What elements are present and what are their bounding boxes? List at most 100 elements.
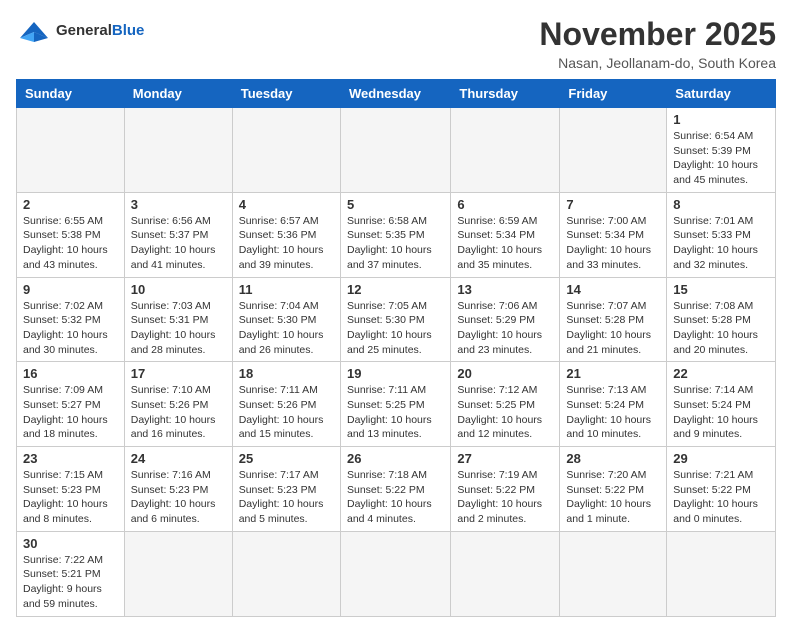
day-info: Sunrise: 7:14 AMSunset: 5:24 PMDaylight:…: [673, 383, 769, 442]
calendar-cell: 14 Sunrise: 7:07 AMSunset: 5:28 PMDayligh…: [560, 277, 667, 362]
calendar-cell: 10 Sunrise: 7:03 AMSunset: 5:31 PMDayligh…: [124, 277, 232, 362]
day-number: 15: [673, 282, 769, 297]
calendar-cell: 17 Sunrise: 7:10 AMSunset: 5:26 PMDayligh…: [124, 362, 232, 447]
day-info: Sunrise: 7:15 AMSunset: 5:23 PMDaylight:…: [23, 468, 118, 527]
week-row-2: 2Sunrise: 6:55 AMSunset: 5:38 PMDaylight…: [17, 192, 776, 277]
day-info: Sunrise: 6:57 AMSunset: 5:36 PMDaylight:…: [239, 214, 334, 273]
day-info: Sunrise: 7:12 AMSunset: 5:25 PMDaylight:…: [457, 383, 553, 442]
calendar-cell: 11Sunrise: 7:04 AMSunset: 5:30 PMDayligh…: [232, 277, 340, 362]
calendar-cell: 4 Sunrise: 6:57 AMSunset: 5:36 PMDaylight…: [232, 192, 340, 277]
day-number: 21: [566, 366, 660, 381]
week-row-3: 9Sunrise: 7:02 AMSunset: 5:32 PMDaylight…: [17, 277, 776, 362]
weekday-header-tuesday: Tuesday: [232, 80, 340, 108]
day-number: 28: [566, 451, 660, 466]
subtitle: Nasan, Jeollanam-do, South Korea: [539, 55, 776, 71]
logo: GeneralBlue: [16, 16, 144, 46]
day-info: Sunrise: 7:11 AMSunset: 5:26 PMDaylight:…: [239, 383, 334, 442]
day-number: 7: [566, 197, 660, 212]
day-number: 10: [131, 282, 226, 297]
day-info: Sunrise: 7:07 AMSunset: 5:28 PMDaylight:…: [566, 299, 660, 358]
page-header: GeneralBlue November 2025 Nasan, Jeollan…: [16, 16, 776, 71]
weekday-header-wednesday: Wednesday: [340, 80, 450, 108]
day-info: Sunrise: 6:58 AMSunset: 5:35 PMDaylight:…: [347, 214, 444, 273]
day-info: Sunrise: 7:20 AMSunset: 5:22 PMDaylight:…: [566, 468, 660, 527]
weekday-header-sunday: Sunday: [17, 80, 125, 108]
day-number: 16: [23, 366, 118, 381]
day-info: Sunrise: 7:19 AMSunset: 5:22 PMDaylight:…: [457, 468, 553, 527]
day-number: 4: [239, 197, 334, 212]
day-number: 5: [347, 197, 444, 212]
day-number: 22: [673, 366, 769, 381]
day-info: Sunrise: 7:18 AMSunset: 5:22 PMDaylight:…: [347, 468, 444, 527]
day-number: 27: [457, 451, 553, 466]
day-number: 17: [131, 366, 226, 381]
week-row-4: 16 Sunrise: 7:09 AMSunset: 5:27 PMDayligh…: [17, 362, 776, 447]
calendar-cell: 28 Sunrise: 7:20 AMSunset: 5:22 PMDayligh…: [560, 447, 667, 532]
calendar-cell: [560, 531, 667, 616]
month-title: November 2025: [539, 16, 776, 53]
weekday-header-row: SundayMondayTuesdayWednesdayThursdayFrid…: [17, 80, 776, 108]
day-number: 11: [239, 282, 334, 297]
day-info: Sunrise: 7:21 AMSunset: 5:22 PMDaylight:…: [673, 468, 769, 527]
calendar-cell: 15 Sunrise: 7:08 AMSunset: 5:28 PMDayligh…: [667, 277, 776, 362]
day-number: 8: [673, 197, 769, 212]
calendar-cell: 27 Sunrise: 7:19 AMSunset: 5:22 PMDayligh…: [451, 447, 560, 532]
calendar-cell: 5 Sunrise: 6:58 AMSunset: 5:35 PMDaylight…: [340, 192, 450, 277]
day-number: 6: [457, 197, 553, 212]
day-info: Sunrise: 7:10 AMSunset: 5:26 PMDaylight:…: [131, 383, 226, 442]
weekday-header-saturday: Saturday: [667, 80, 776, 108]
day-number: 14: [566, 282, 660, 297]
calendar-table: SundayMondayTuesdayWednesdayThursdayFrid…: [16, 79, 776, 617]
logo-text: GeneralBlue: [56, 23, 144, 40]
week-row-6: 30Sunrise: 7:22 AMSunset: 5:21 PMDayligh…: [17, 531, 776, 616]
day-number: 25: [239, 451, 334, 466]
calendar-cell: 26 Sunrise: 7:18 AMSunset: 5:22 PMDayligh…: [340, 447, 450, 532]
calendar-cell: [232, 531, 340, 616]
day-info: Sunrise: 7:11 AMSunset: 5:25 PMDaylight:…: [347, 383, 444, 442]
day-number: 29: [673, 451, 769, 466]
calendar-cell: [451, 108, 560, 193]
calendar-cell: 30Sunrise: 7:22 AMSunset: 5:21 PMDayligh…: [17, 531, 125, 616]
calendar-cell: [667, 531, 776, 616]
calendar-cell: 29 Sunrise: 7:21 AMSunset: 5:22 PMDayligh…: [667, 447, 776, 532]
day-number: 24: [131, 451, 226, 466]
week-row-1: 1 Sunrise: 6:54 AMSunset: 5:39 PMDaylight…: [17, 108, 776, 193]
calendar-cell: [451, 531, 560, 616]
logo-icon: [16, 16, 52, 46]
day-number: 1: [673, 112, 769, 127]
day-info: Sunrise: 7:00 AMSunset: 5:34 PMDaylight:…: [566, 214, 660, 273]
day-info: Sunrise: 6:59 AMSunset: 5:34 PMDaylight:…: [457, 214, 553, 273]
calendar-cell: 12Sunrise: 7:05 AMSunset: 5:30 PMDayligh…: [340, 277, 450, 362]
calendar-cell: 21 Sunrise: 7:13 AMSunset: 5:24 PMDayligh…: [560, 362, 667, 447]
calendar-cell: 20Sunrise: 7:12 AMSunset: 5:25 PMDayligh…: [451, 362, 560, 447]
calendar-cell: 25 Sunrise: 7:17 AMSunset: 5:23 PMDayligh…: [232, 447, 340, 532]
day-info: Sunrise: 7:03 AMSunset: 5:31 PMDaylight:…: [131, 299, 226, 358]
calendar-cell: 9Sunrise: 7:02 AMSunset: 5:32 PMDaylight…: [17, 277, 125, 362]
day-info: Sunrise: 6:54 AMSunset: 5:39 PMDaylight:…: [673, 129, 769, 188]
calendar-cell: 1 Sunrise: 6:54 AMSunset: 5:39 PMDaylight…: [667, 108, 776, 193]
calendar-cell: [340, 531, 450, 616]
calendar-cell: 16 Sunrise: 7:09 AMSunset: 5:27 PMDayligh…: [17, 362, 125, 447]
day-info: Sunrise: 7:08 AMSunset: 5:28 PMDaylight:…: [673, 299, 769, 358]
calendar-cell: 19Sunrise: 7:11 AMSunset: 5:25 PMDayligh…: [340, 362, 450, 447]
title-area: November 2025 Nasan, Jeollanam-do, South…: [539, 16, 776, 71]
calendar-cell: [17, 108, 125, 193]
day-info: Sunrise: 7:17 AMSunset: 5:23 PMDaylight:…: [239, 468, 334, 527]
day-info: Sunrise: 7:16 AMSunset: 5:23 PMDaylight:…: [131, 468, 226, 527]
day-number: 23: [23, 451, 118, 466]
day-number: 3: [131, 197, 226, 212]
day-info: Sunrise: 7:09 AMSunset: 5:27 PMDaylight:…: [23, 383, 118, 442]
weekday-header-monday: Monday: [124, 80, 232, 108]
calendar-cell: 8Sunrise: 7:01 AMSunset: 5:33 PMDaylight…: [667, 192, 776, 277]
calendar-cell: [124, 108, 232, 193]
calendar-cell: 7 Sunrise: 7:00 AMSunset: 5:34 PMDaylight…: [560, 192, 667, 277]
day-number: 9: [23, 282, 118, 297]
weekday-header-friday: Friday: [560, 80, 667, 108]
day-info: Sunrise: 6:56 AMSunset: 5:37 PMDaylight:…: [131, 214, 226, 273]
calendar-cell: [124, 531, 232, 616]
day-info: Sunrise: 7:13 AMSunset: 5:24 PMDaylight:…: [566, 383, 660, 442]
day-number: 13: [457, 282, 553, 297]
calendar-cell: 3 Sunrise: 6:56 AMSunset: 5:37 PMDaylight…: [124, 192, 232, 277]
calendar-cell: 6 Sunrise: 6:59 AMSunset: 5:34 PMDaylight…: [451, 192, 560, 277]
day-number: 26: [347, 451, 444, 466]
